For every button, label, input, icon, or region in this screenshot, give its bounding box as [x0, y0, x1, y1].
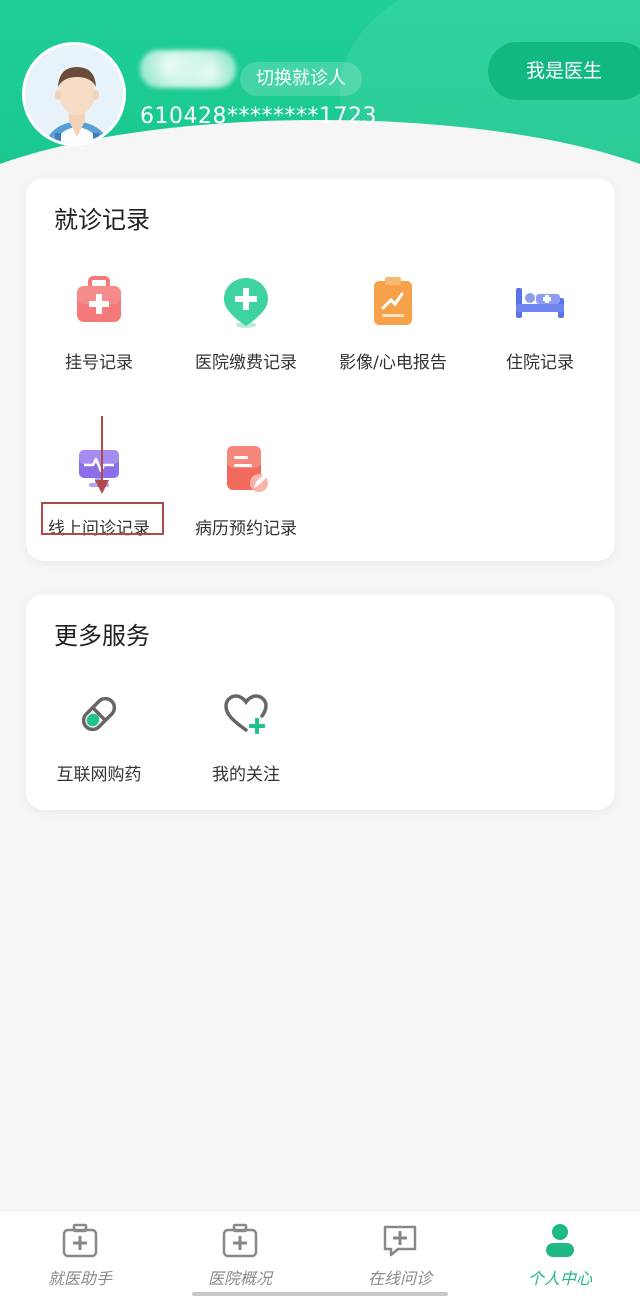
document-edit-icon: [218, 440, 274, 496]
pill-capsule-icon: [75, 690, 123, 738]
nav-label: 在线问诊: [367, 1269, 432, 1288]
tile-label: 线上问诊记录: [48, 519, 150, 539]
medical-kit-icon: [71, 274, 127, 330]
home-indicator: [192, 1292, 448, 1296]
tile-label: 挂号记录: [65, 353, 133, 373]
tile-label: 互联网购药: [56, 765, 142, 785]
bottom-nav: 就医助手 医院概况 在线问诊 个人中心: [0, 1210, 640, 1299]
chat-plus-icon: [380, 1221, 420, 1261]
nav-label: 就医助手: [47, 1269, 112, 1288]
tile-registration-records[interactable]: 挂号记录: [26, 274, 172, 373]
annotation-arrow-line: [101, 416, 103, 486]
services-card-title: 更多服务: [54, 622, 150, 650]
patient-name-blurred: [140, 50, 236, 88]
tile-medical-record-appointments[interactable]: 病历预约记录: [173, 440, 319, 539]
records-card-title: 就诊记录: [54, 206, 150, 234]
avatar[interactable]: [22, 42, 126, 146]
nav-personal-center[interactable]: 个人中心: [480, 1221, 640, 1289]
switch-patient-button[interactable]: 切换就诊人: [240, 62, 362, 96]
hospital-icon: [220, 1221, 260, 1261]
hospital-bed-icon: [512, 274, 568, 330]
nav-hospital-overview[interactable]: 医院概况: [160, 1221, 320, 1289]
tile-hospitalization-records[interactable]: 住院记录: [467, 274, 613, 373]
tile-label: 住院记录: [506, 353, 574, 373]
nav-label: 医院概况: [207, 1269, 272, 1288]
tile-label: 医院缴费记录: [195, 353, 297, 373]
clipboard-report-icon: [365, 274, 421, 330]
location-plus-icon: [218, 274, 274, 330]
tile-online-pharmacy[interactable]: 互联网购药: [26, 690, 172, 785]
i-am-doctor-button[interactable]: 我是医生: [488, 42, 640, 100]
services-card: 更多服务 互联网购药 我的关注: [26, 594, 615, 810]
tile-my-follows[interactable]: 我的关注: [173, 690, 319, 785]
heart-plus-icon: [222, 690, 270, 738]
nav-medical-assistant[interactable]: 就医助手: [0, 1221, 160, 1289]
annotation-arrow-head: [95, 480, 109, 494]
nav-label: 个人中心: [527, 1269, 592, 1288]
tile-imaging-ecg-reports[interactable]: 影像/心电报告: [320, 274, 466, 373]
nav-online-consultation[interactable]: 在线问诊: [320, 1221, 480, 1289]
person-icon: [540, 1221, 580, 1261]
tile-label: 我的关注: [212, 765, 280, 785]
tile-hospital-payment-records[interactable]: 医院缴费记录: [173, 274, 319, 373]
medkit-icon: [60, 1221, 100, 1261]
tile-label: 病历预约记录: [195, 519, 297, 539]
patient-id-number: 610428********1723: [140, 104, 377, 129]
records-card: 就诊记录 挂号记录 医院缴费记录 影像/心电报告 住院记录 线上问诊记录 病历预…: [26, 178, 615, 561]
tile-label: 影像/心电报告: [339, 353, 447, 373]
